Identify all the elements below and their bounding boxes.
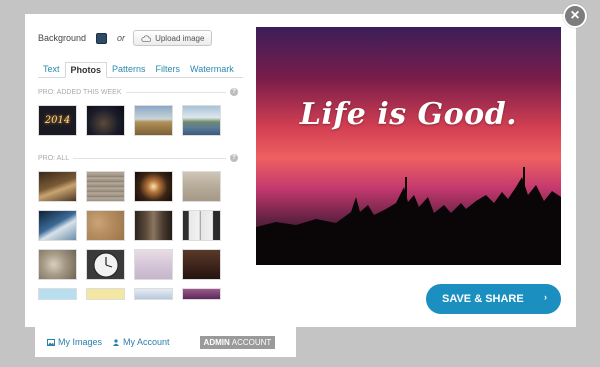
thumbnail-wood-table[interactable] <box>38 171 77 202</box>
thumbnail-clock[interactable] <box>86 249 125 280</box>
my-images-label: My Images <box>58 337 103 347</box>
background-label: Background <box>38 33 87 43</box>
thumbnail-sand-footprints[interactable] <box>182 171 221 202</box>
user-icon <box>113 338 120 346</box>
save-and-share-label: SAVE & SHARE <box>442 293 524 305</box>
thumbnail-clouds[interactable] <box>134 288 173 300</box>
thumbnail-glowing-light[interactable] <box>134 171 173 202</box>
all-section-title: PRO: ALL <box>38 154 70 162</box>
account-footer: My Images My Account ADMIN ACCOUNT <box>35 327 296 357</box>
help-icon[interactable]: ? <box>230 88 238 96</box>
tab-watermark[interactable]: Watermark <box>185 62 239 78</box>
thumbnail-sky-blue[interactable] <box>38 288 77 300</box>
recent-section-title: PRO: ADDED THIS WEEK <box>38 88 122 96</box>
thumbnail-dark-wood[interactable] <box>182 249 221 280</box>
thumbnail-pink-pastel[interactable] <box>134 249 173 280</box>
divider <box>125 91 226 93</box>
all-thumbnail-grid <box>38 171 228 300</box>
background-row: Background or Upload image <box>38 30 213 46</box>
close-button[interactable]: × <box>563 4 587 28</box>
thumbnail-blue-pen[interactable] <box>38 210 77 241</box>
upload-image-label: Upload image <box>155 33 205 43</box>
admin-badge-rest: ACCOUNT <box>231 337 272 347</box>
thumbnail-night-sky[interactable] <box>86 105 125 136</box>
recent-thumbnail-grid: 2014 <box>38 105 228 136</box>
admin-badge-bold: ADMIN <box>203 337 230 347</box>
tab-photos[interactable]: Photos <box>64 62 108 78</box>
thumbnail-cork-texture[interactable] <box>86 210 125 241</box>
thumbnail-window-room[interactable] <box>182 210 221 241</box>
image-icon <box>47 338 55 346</box>
thumbnail-lake-hills[interactable] <box>182 105 221 136</box>
thumbnail-field-people[interactable] <box>134 105 173 136</box>
my-images-link[interactable]: My Images <box>47 337 102 347</box>
thumbnail-wood-planks[interactable] <box>86 171 125 202</box>
thumbnail-yellow-paper[interactable] <box>86 288 125 300</box>
help-icon[interactable]: ? <box>230 154 238 162</box>
admin-account-badge[interactable]: ADMIN ACCOUNT <box>199 335 276 349</box>
image-preview-canvas[interactable]: Life is Good. <box>256 27 561 265</box>
or-label: or <box>117 33 126 43</box>
asset-tabs: Text Photos Patterns Filters Watermark <box>38 62 243 78</box>
treeline-silhouette <box>256 167 561 265</box>
thumbnail-2014-sparkler[interactable]: 2014 <box>38 105 77 136</box>
my-account-label: My Account <box>123 337 170 347</box>
save-and-share-button[interactable]: SAVE & SHARE › <box>426 284 561 314</box>
editor-modal: Background or Upload image Text Photos P… <box>25 14 576 327</box>
tab-filters[interactable]: Filters <box>151 62 186 78</box>
tab-text[interactable]: Text <box>38 62 65 78</box>
clock-icon <box>93 252 118 277</box>
recent-section-header: PRO: ADDED THIS WEEK ? <box>38 88 238 96</box>
divider <box>73 157 226 159</box>
thumbnail-vintage-statue[interactable] <box>38 249 77 280</box>
chevron-right-icon: › <box>544 292 547 302</box>
upload-image-button[interactable]: Upload image <box>133 30 213 46</box>
all-section-header: PRO: ALL ? <box>38 154 238 162</box>
thumbnail-purple-dusk[interactable] <box>182 288 221 300</box>
preview-caption[interactable]: Life is Good. <box>256 97 561 132</box>
my-account-link[interactable]: My Account <box>112 337 170 347</box>
cloud-upload-icon <box>141 34 152 42</box>
tab-patterns[interactable]: Patterns <box>107 62 151 78</box>
thumbnail-forest-path[interactable] <box>134 210 173 241</box>
background-color-swatch[interactable] <box>96 32 108 44</box>
